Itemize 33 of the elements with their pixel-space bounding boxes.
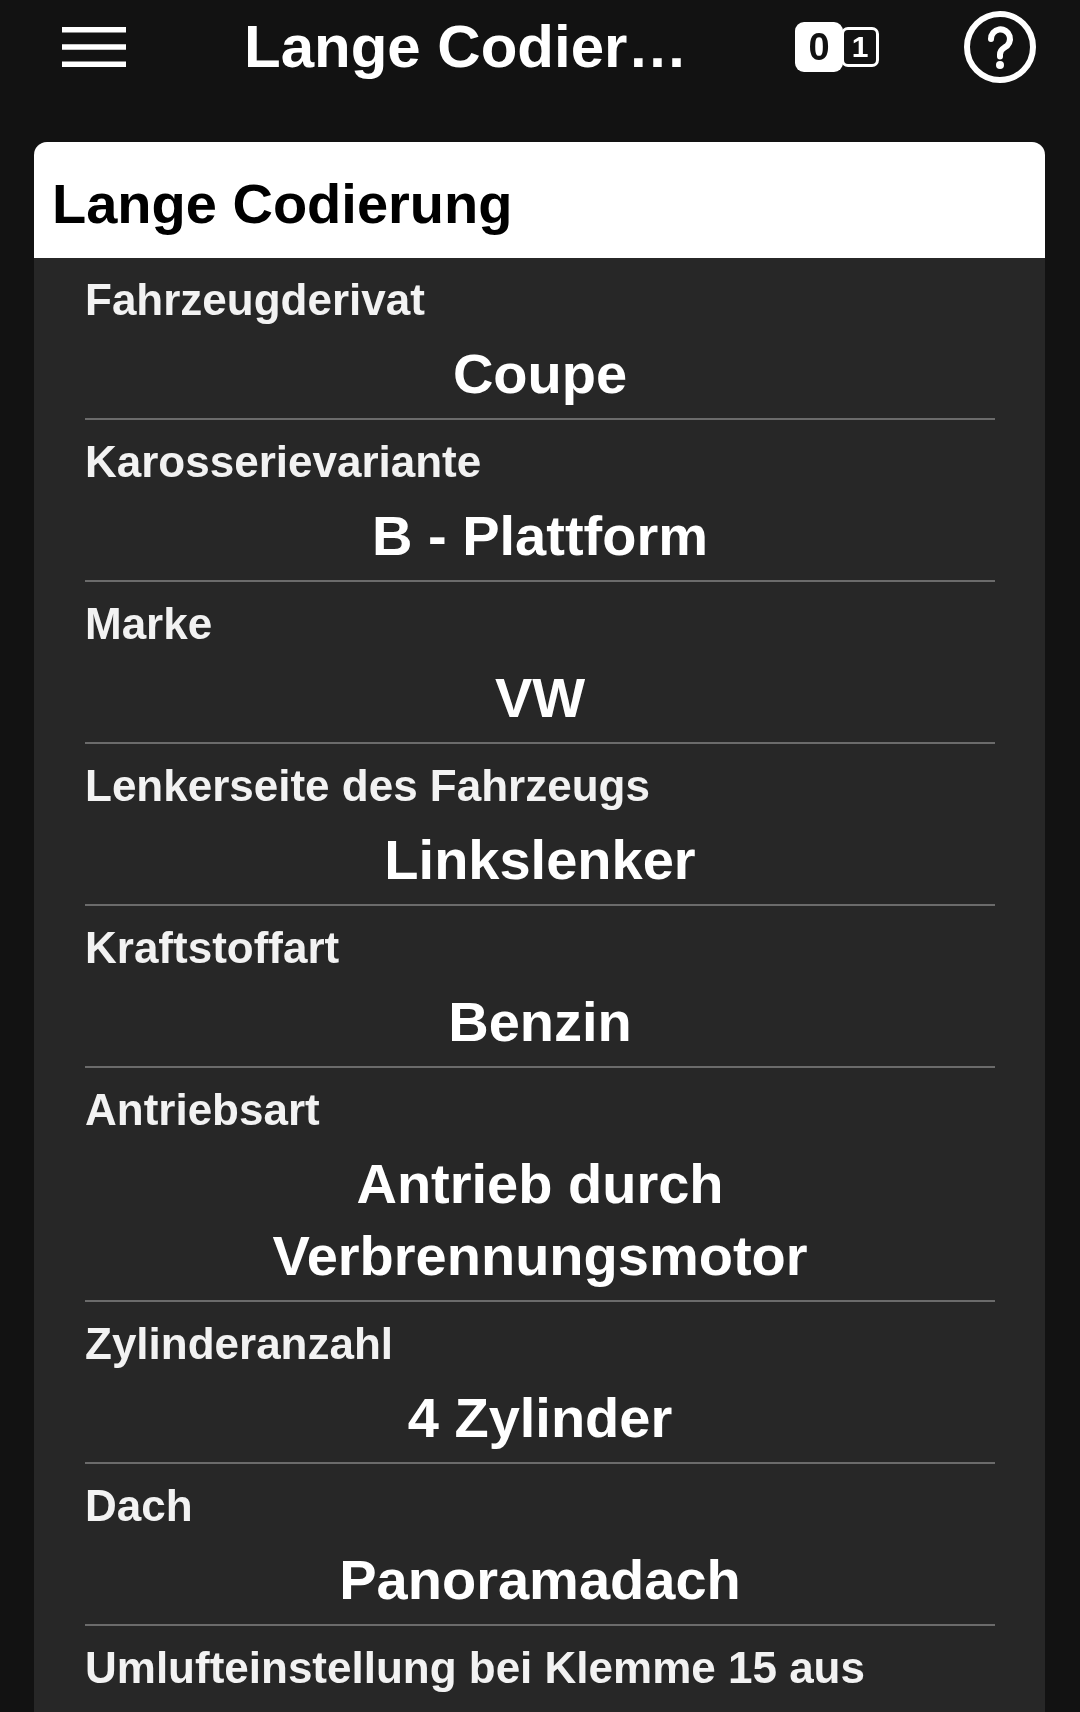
setting-label: Antriebsart — [85, 1084, 321, 1136]
bit-toggle-segment[interactable]: 1 — [841, 27, 879, 67]
setting-item[interactable]: Zylinderanzahl 4 Zylinder — [85, 1300, 995, 1462]
setting-value: Coupe — [451, 341, 629, 407]
setting-label: Marke — [85, 598, 214, 650]
setting-label: Umlufteinstellung bei Klemme 15 aus — [85, 1642, 866, 1694]
setting-label: Fahrzeugderivat — [85, 274, 426, 326]
setting-label: Lenkerseite des Fahrzeugs — [85, 760, 651, 812]
setting-value: 4 Zylinder — [406, 1385, 674, 1451]
help-icon — [964, 11, 1036, 83]
setting-value: Antrieb durch Verbrennungsmotor — [271, 1151, 809, 1289]
setting-label: Kraftstoffart — [85, 922, 341, 974]
setting-value: Linkslenker — [383, 827, 697, 893]
setting-label: Dach — [85, 1480, 194, 1532]
setting-item[interactable]: Lenkerseite des Fahrzeugs Linkslenker — [85, 742, 995, 904]
setting-item[interactable]: Dach Panoramadach — [85, 1462, 995, 1624]
setting-value: B - Plattform — [371, 503, 709, 569]
setting-item[interactable]: Kraftstoffart Benzin — [85, 904, 995, 1066]
card-header: Lange Codierung — [34, 142, 1045, 258]
setting-item[interactable]: Karosserievariante B - Plattform — [85, 418, 995, 580]
help-button[interactable] — [964, 11, 1036, 83]
setting-item[interactable]: Antriebsart Antrieb durch Verbrennungsmotor — [85, 1066, 995, 1300]
setting-label: Zylinderanzahl — [85, 1318, 395, 1370]
setting-value: Panoramadach — [338, 1547, 742, 1613]
setting-item[interactable]: Umlufteinstellung bei Klemme 15 aus — [85, 1624, 995, 1702]
app-title: Lange Codier… — [244, 12, 688, 82]
menu-icon — [62, 27, 126, 67]
setting-item[interactable]: Marke VW — [85, 580, 995, 742]
setting-value: VW — [493, 665, 587, 731]
setting-item[interactable]: Fahrzeugderivat Coupe — [85, 258, 995, 418]
setting-value: Benzin — [447, 989, 633, 1055]
setting-label: Karosserievariante — [85, 436, 483, 488]
bit-toggle-segment[interactable]: 0 — [795, 22, 843, 72]
